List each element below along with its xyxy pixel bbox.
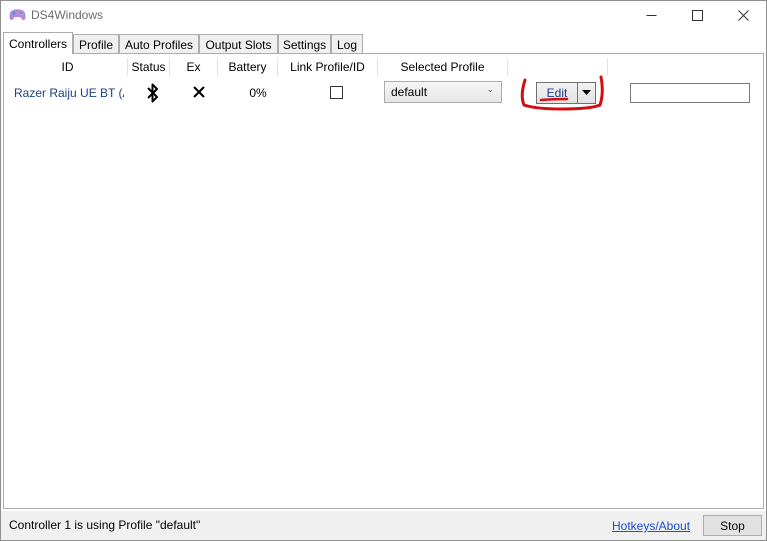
title-bar: DS4Windows bbox=[1, 1, 766, 29]
chevron-down-icon: ⌄ bbox=[486, 84, 494, 94]
column-header-edit bbox=[508, 58, 608, 76]
close-button[interactable] bbox=[720, 1, 766, 29]
bluetooth-icon bbox=[147, 83, 158, 103]
tab-output-slots[interactable]: Output Slots bbox=[199, 34, 278, 54]
column-header-status: Status bbox=[128, 58, 170, 76]
column-header-selected-profile: Selected Profile bbox=[378, 58, 508, 76]
battery-value: 0% bbox=[249, 86, 267, 100]
gamepad-icon bbox=[9, 9, 26, 21]
maximize-icon bbox=[691, 9, 703, 21]
minimize-button[interactable] bbox=[628, 1, 674, 29]
column-header-id: ID bbox=[8, 58, 128, 76]
tab-log[interactable]: Log bbox=[331, 34, 363, 54]
status-bar: Controller 1 is using Profile "default" … bbox=[1, 511, 766, 540]
tab-strip: Controllers Profile Auto Profiles Output… bbox=[1, 32, 766, 54]
edit-button[interactable]: Edit bbox=[537, 83, 577, 103]
tab-auto-profiles[interactable]: Auto Profiles bbox=[119, 34, 199, 54]
window-title: DS4Windows bbox=[31, 8, 104, 22]
link-profile-checkbox[interactable] bbox=[330, 86, 343, 99]
caret-down-icon bbox=[582, 90, 591, 95]
hotkeys-about-link[interactable]: Hotkeys/About bbox=[612, 519, 690, 533]
app-window: DS4Windows Controllers Profile Auto Prof… bbox=[0, 0, 767, 541]
profile-select[interactable]: default ⌄ bbox=[384, 81, 502, 103]
close-icon bbox=[737, 9, 749, 21]
custom-name-input[interactable] bbox=[630, 83, 750, 103]
tab-settings[interactable]: Settings bbox=[278, 34, 331, 54]
maximize-button[interactable] bbox=[674, 1, 720, 29]
tab-profile[interactable]: Profile bbox=[73, 34, 119, 54]
column-header-battery: Battery bbox=[218, 58, 278, 76]
minimize-icon bbox=[646, 14, 656, 16]
x-icon bbox=[193, 86, 205, 98]
controller-id: Razer Raiju UE BT (A4 bbox=[14, 86, 124, 100]
edit-dropdown-button[interactable] bbox=[578, 83, 595, 103]
tab-controllers[interactable]: Controllers bbox=[3, 32, 73, 54]
controllers-panel: ID Status Ex Battery Link Profile/ID Sel… bbox=[3, 53, 764, 509]
column-header-ex: Ex bbox=[170, 58, 218, 76]
profile-select-value: default bbox=[391, 85, 428, 99]
stop-button[interactable]: Stop bbox=[703, 515, 762, 536]
edit-profile-split-button[interactable]: Edit bbox=[536, 82, 596, 104]
status-message: Controller 1 is using Profile "default" bbox=[9, 518, 201, 532]
column-header-link-profile: Link Profile/ID bbox=[278, 58, 378, 76]
